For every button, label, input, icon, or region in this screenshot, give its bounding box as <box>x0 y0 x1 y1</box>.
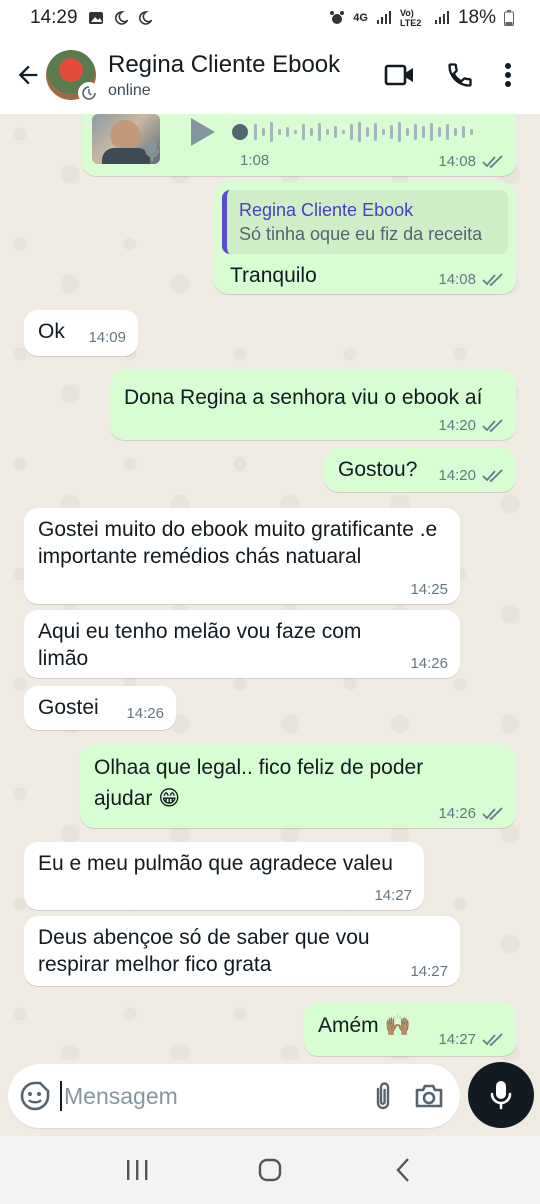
message-time: 14:26 <box>438 805 476 822</box>
back-nav-button[interactable] <box>373 1145 433 1195</box>
message-text: Deus abençoe só de saber que vou respira… <box>38 926 370 976</box>
battery-percentage: 18% <box>457 7 496 28</box>
incoming-message-bubble[interactable]: Gostei muito do ebook muito gratificante… <box>24 508 460 604</box>
back-button[interactable] <box>6 53 50 97</box>
incoming-message-bubble[interactable]: Aqui eu tenho melão vou faze com limão 1… <box>24 610 460 678</box>
signal-icon <box>376 11 391 24</box>
system-nav-bar <box>0 1136 540 1204</box>
message-time: 14:09 <box>88 329 126 346</box>
contact-avatar[interactable] <box>46 50 100 104</box>
outgoing-message-bubble[interactable]: Olhaa que legal.. fico feliz de poder aj… <box>80 744 516 828</box>
incoming-message-bubble[interactable]: Eu e meu pulmão que agradece valeu 14:27 <box>24 842 424 910</box>
gallery-notification-icon <box>88 12 103 24</box>
back-chevron-icon <box>396 1158 410 1182</box>
chat-header: Regina Cliente Ebook online <box>0 36 540 114</box>
disappearing-timer-icon <box>78 82 100 104</box>
voice-record-button[interactable] <box>468 1062 534 1128</box>
battery-icon <box>504 10 514 26</box>
volte-label: Vo) LTE2 <box>399 8 422 28</box>
do-not-disturb-moon-icon <box>114 11 128 25</box>
message-time: 14:08 <box>438 153 476 170</box>
message-text: Gostei muito do ebook muito gratificante… <box>38 518 438 568</box>
home-button[interactable] <box>240 1145 300 1195</box>
read-ticks-icon <box>482 272 503 286</box>
message-time: 14:27 <box>374 887 412 904</box>
read-ticks-icon <box>482 418 503 432</box>
quoted-sender-name: Regina Cliente Ebook <box>239 200 414 220</box>
message-time: 14:20 <box>438 417 476 434</box>
voice-duration: 1:08 <box>240 152 270 169</box>
read-ticks-icon <box>482 154 503 168</box>
message-text: Aqui eu tenho melão vou faze com limão <box>38 620 362 670</box>
camera-icon <box>415 1084 443 1108</box>
chat-messages[interactable]: 1:08 14:08 Regina Cliente Ebook Só tinha… <box>0 114 540 1060</box>
moon-icon <box>138 11 152 25</box>
emoji-sticker-icon <box>20 1081 50 1111</box>
outgoing-message-bubble[interactable]: Amém 🙌🏽 14:27 <box>304 1002 516 1056</box>
read-ticks-icon <box>482 468 503 482</box>
message-text: Eu e meu pulmão que agradece valeu <box>38 852 393 875</box>
status-bar: 14:29 4G Vo) LTE2 18% <box>0 0 540 36</box>
status-time: 14:29 <box>30 7 78 28</box>
recents-icon <box>126 1160 148 1180</box>
quoted-message-text: Só tinha oque eu fiz da receita <box>239 224 483 244</box>
camera-button[interactable] <box>406 1070 452 1122</box>
voice-mic-icon <box>145 141 159 161</box>
mic-icon <box>490 1081 512 1110</box>
message-time: 14:25 <box>410 581 448 598</box>
network-type-label: 4G <box>353 12 368 24</box>
play-icon[interactable] <box>188 116 218 148</box>
contact-info[interactable]: Regina Cliente Ebook online <box>108 51 376 100</box>
more-vert-icon <box>505 63 511 87</box>
contact-status: online <box>108 81 151 99</box>
read-ticks-icon <box>482 1032 503 1046</box>
read-ticks-icon <box>482 806 503 820</box>
message-time: 14:26 <box>410 655 448 672</box>
voice-call-button[interactable] <box>436 51 484 99</box>
reply-message-bubble[interactable]: Regina Cliente Ebook Só tinha oque eu fi… <box>214 182 516 294</box>
signal-2-icon <box>434 11 449 24</box>
emoji-button[interactable] <box>12 1070 58 1122</box>
recents-button[interactable] <box>107 1145 167 1195</box>
alarm-icon <box>330 11 345 24</box>
more-options-button[interactable] <box>484 51 532 99</box>
message-time: 14:20 <box>438 467 476 484</box>
video-call-icon <box>384 64 413 86</box>
outgoing-message-bubble[interactable]: Gostou? 14:20 <box>324 448 516 492</box>
message-time: 14:08 <box>438 271 476 288</box>
message-input[interactable] <box>60 1081 360 1111</box>
incoming-message-bubble[interactable]: Gostei 14:26 <box>24 686 176 730</box>
contact-name: Regina Cliente Ebook <box>108 50 341 78</box>
incoming-message-bubble[interactable]: Deus abençoe só de saber que vou respira… <box>24 916 460 986</box>
message-time: 14:27 <box>410 963 448 980</box>
voice-message-bubble[interactable]: 1:08 14:08 <box>82 114 516 176</box>
message-time: 14:27 <box>438 1031 476 1048</box>
message-text: Dona Regina a senhora viu o ebook aí <box>124 386 483 409</box>
attach-button[interactable] <box>360 1070 406 1122</box>
quoted-message[interactable]: Regina Cliente Ebook Só tinha oque eu fi… <box>222 190 508 254</box>
home-icon <box>258 1158 282 1182</box>
incoming-message-bubble[interactable]: Ok 14:09 <box>24 310 138 356</box>
outgoing-message-bubble[interactable]: Dona Regina a senhora viu o ebook aí 14:… <box>110 370 516 440</box>
attach-icon <box>376 1082 390 1110</box>
video-call-button[interactable] <box>376 51 424 99</box>
message-input-bar <box>8 1064 460 1128</box>
message-time: 14:26 <box>126 705 164 722</box>
waveform-icon[interactable] <box>232 118 492 146</box>
phone-icon <box>448 63 472 87</box>
message-text: Olhaa que legal.. fico feliz de poder aj… <box>94 756 424 810</box>
back-arrow-icon <box>18 65 38 85</box>
